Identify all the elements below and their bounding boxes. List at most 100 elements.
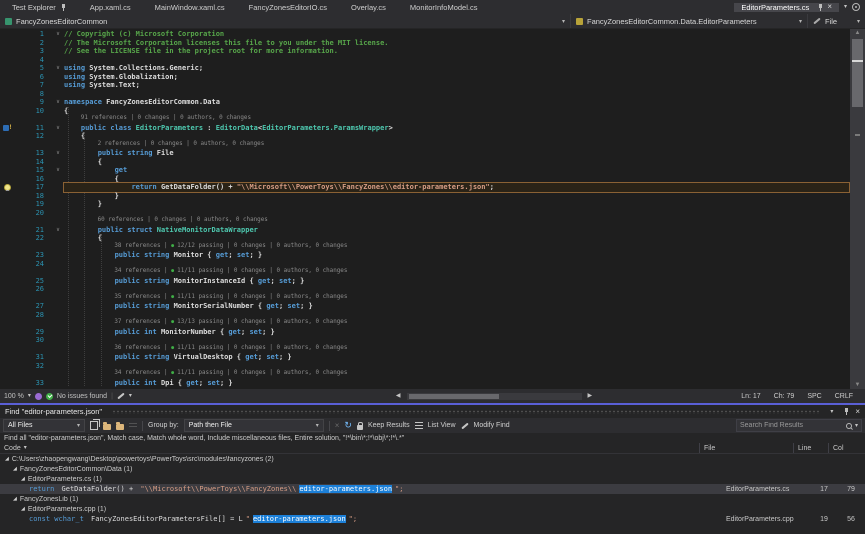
tab-monitorinfomodel-cs[interactable]: MonitorInfoModel.cs [398,0,490,14]
codelens-text[interactable]: 34 references | [114,268,171,274]
code-line[interactable]: 7using System.Text; [0,81,850,90]
type-dropdown[interactable]: FancyZonesEditorCommon.Data.EditorParame… [571,14,808,28]
purple-status-icon[interactable] [35,393,42,400]
code-line[interactable]: 18 } [0,192,850,201]
close-icon[interactable]: × [855,408,860,416]
pencil-icon[interactable] [117,393,124,400]
code-line[interactable]: 8 [0,90,850,99]
keep-results-button[interactable]: Keep Results [368,422,410,429]
codelens-row[interactable]: 34 references | ● 11/11 passing | 0 chan… [0,268,850,277]
code-line[interactable]: 2// The Microsoft Corporation licenses t… [0,39,850,48]
fold-arrow-icon[interactable]: ∨ [52,30,64,39]
codelens-text[interactable]: 35 references | [114,294,171,300]
code-line[interactable]: 32 [0,362,850,371]
list-view-button[interactable]: List View [428,422,456,429]
code-line[interactable]: 22 { [0,234,850,243]
codelens-row[interactable]: 36 references | ● 11/11 passing | 0 chan… [0,345,850,354]
code-line[interactable]: 3// See the LICENSE file in the project … [0,47,850,56]
fold-arrow-icon[interactable]: ∨ [52,226,64,235]
codelens-row[interactable]: 2 references | 0 changes | 0 authors, 0 … [0,141,850,150]
code-line[interactable]: 15∨ get [0,166,850,175]
vertical-scrollbar[interactable]: ▲ ▼ [850,29,865,389]
find-panel-title-bar[interactable]: Find "editor-parameters.json" ▾ × [0,405,865,418]
zoom-level[interactable]: 100 % [4,393,24,400]
code-line[interactable]: 33 public int Dpi { get; set; } [0,379,850,388]
code-line[interactable]: 28 [0,311,850,320]
codelens-text[interactable]: 38 references | [114,243,171,249]
code-line[interactable]: 1∨// Copyright (c) Microsoft Corporation [0,30,850,39]
expand-all-icon[interactable] [103,424,111,430]
code-line[interactable]: 24 [0,260,850,269]
code-line[interactable]: 30 [0,336,850,345]
column-code[interactable]: Code ▾ [0,443,699,453]
tab-overlay-cs[interactable]: Overlay.cs [339,0,398,14]
collapse-all-icon[interactable] [116,424,124,430]
fold-arrow-icon[interactable]: ∨ [52,166,64,175]
codelens-text[interactable]: 11/11 passing | 0 changes | 0 authors, 0… [177,370,347,376]
code-line[interactable]: 6using System.Globalization; [0,73,850,82]
codelens-text[interactable]: 13/13 passing | 0 changes | 0 authors, 0… [177,319,347,325]
codelens-row[interactable]: 60 references | 0 changes | 0 authors, 0… [0,217,850,226]
code-line[interactable]: 4 [0,56,850,65]
code-line[interactable]: 20 [0,209,850,218]
lightbulb-icon[interactable] [4,184,11,191]
filter-icon[interactable] [129,423,137,429]
fold-arrow-icon[interactable]: ∨ [52,124,64,133]
modify-find-button[interactable]: Modify Find [474,422,510,429]
tree-expand-icon[interactable]: ◢ [21,507,25,512]
member-dropdown[interactable]: File ▾ [808,14,865,28]
tab-fancyzoneseditorio-cs[interactable]: FancyZonesEditorIO.cs [237,0,339,14]
tree-expand-icon[interactable]: ◢ [13,497,17,502]
code-line[interactable]: 13∨ public string File [0,149,850,158]
search-input[interactable] [740,422,843,429]
find-group-row[interactable]: ◢C:\Users\zhaopengwang\Desktop\powertoys… [0,454,865,464]
column-col[interactable]: Col [828,443,865,453]
codelens-row[interactable]: 37 references | ● 13/13 passing | 0 chan… [0,319,850,328]
code-line[interactable]: 5∨using System.Collections.Generic; [0,64,850,73]
code-line[interactable]: 17 return GetDataFolder() + "\\Microsoft… [0,183,850,192]
tab-mainwindow-xaml-cs[interactable]: MainWindow.xaml.cs [143,0,237,14]
tab-editorparameters-cs[interactable]: EditorParameters.cs × [734,3,839,12]
fold-arrow-icon[interactable]: ∨ [52,149,64,158]
codelens-row[interactable]: 35 references | ● 11/11 passing | 0 chan… [0,294,850,303]
modify-find-icon[interactable] [461,422,468,429]
find-result-row[interactable]: const wchar_t FancyZonesEditorParameters… [0,514,865,524]
search-icon[interactable] [846,423,852,429]
gear-icon[interactable] [852,3,860,11]
codelens-text[interactable]: 12/12 passing | 0 changes | 0 authors, 0… [177,243,347,249]
window-menu-icon[interactable]: ▾ [830,409,833,415]
drag-grip[interactable] [112,410,820,414]
chevron-down-icon[interactable]: ▾ [129,393,132,399]
find-group-row[interactable]: ◢EditorParameters.cs (1) [0,474,865,484]
health-check-icon[interactable] [46,393,53,400]
issues-status[interactable]: No issues found [57,393,107,400]
scrollbar-thumb[interactable] [409,394,499,399]
project-dropdown[interactable]: FancyZonesEditorCommon ▾ [0,14,571,28]
codelens-row[interactable]: 34 references | ● 11/11 passing | 0 chan… [0,370,850,379]
column-file[interactable]: File [699,443,793,453]
tab-app-xaml-cs[interactable]: App.xaml.cs [78,0,143,14]
codelens-text[interactable]: 11/11 passing | 0 changes | 0 authors, 0… [177,268,347,274]
horizontal-scrollbar[interactable] [407,393,582,400]
find-group-row[interactable]: ◢FancyZonesLib (1) [0,494,865,504]
scroll-up-icon[interactable]: ▲ [850,29,865,37]
chevron-down-icon[interactable]: ▾ [855,423,858,429]
clear-results-icon[interactable]: × [335,422,340,430]
list-view-icon[interactable] [415,422,423,429]
space-indicator[interactable]: SPC [807,393,821,400]
lock-icon[interactable] [357,425,363,430]
scope-dropdown[interactable]: All Files ▾ [3,419,85,432]
scrollbar-thumb[interactable] [852,39,863,107]
search-find-results-box[interactable]: ▾ [736,419,862,432]
code-line[interactable]: 25 public string MonitorInstanceId { get… [0,277,850,286]
fold-arrow-icon[interactable]: ∨ [52,98,64,107]
scroll-right-icon[interactable]: ▶ [588,393,593,399]
code-line[interactable]: 27 public string MonitorSerialNumber { g… [0,302,850,311]
codelens-text[interactable]: 2 references | 0 changes | 0 authors, 0 … [98,141,265,147]
codelens-row[interactable]: 38 references | ● 12/12 passing | 0 chan… [0,243,850,252]
code-editor[interactable]: 1∨// Copyright (c) Microsoft Corporation… [0,29,865,389]
code-line[interactable]: 26 [0,285,850,294]
code-line[interactable]: 12 { [0,132,850,141]
group-by-dropdown[interactable]: Path then File ▾ [184,419,324,432]
chevron-down-icon[interactable]: ▾ [844,4,847,10]
